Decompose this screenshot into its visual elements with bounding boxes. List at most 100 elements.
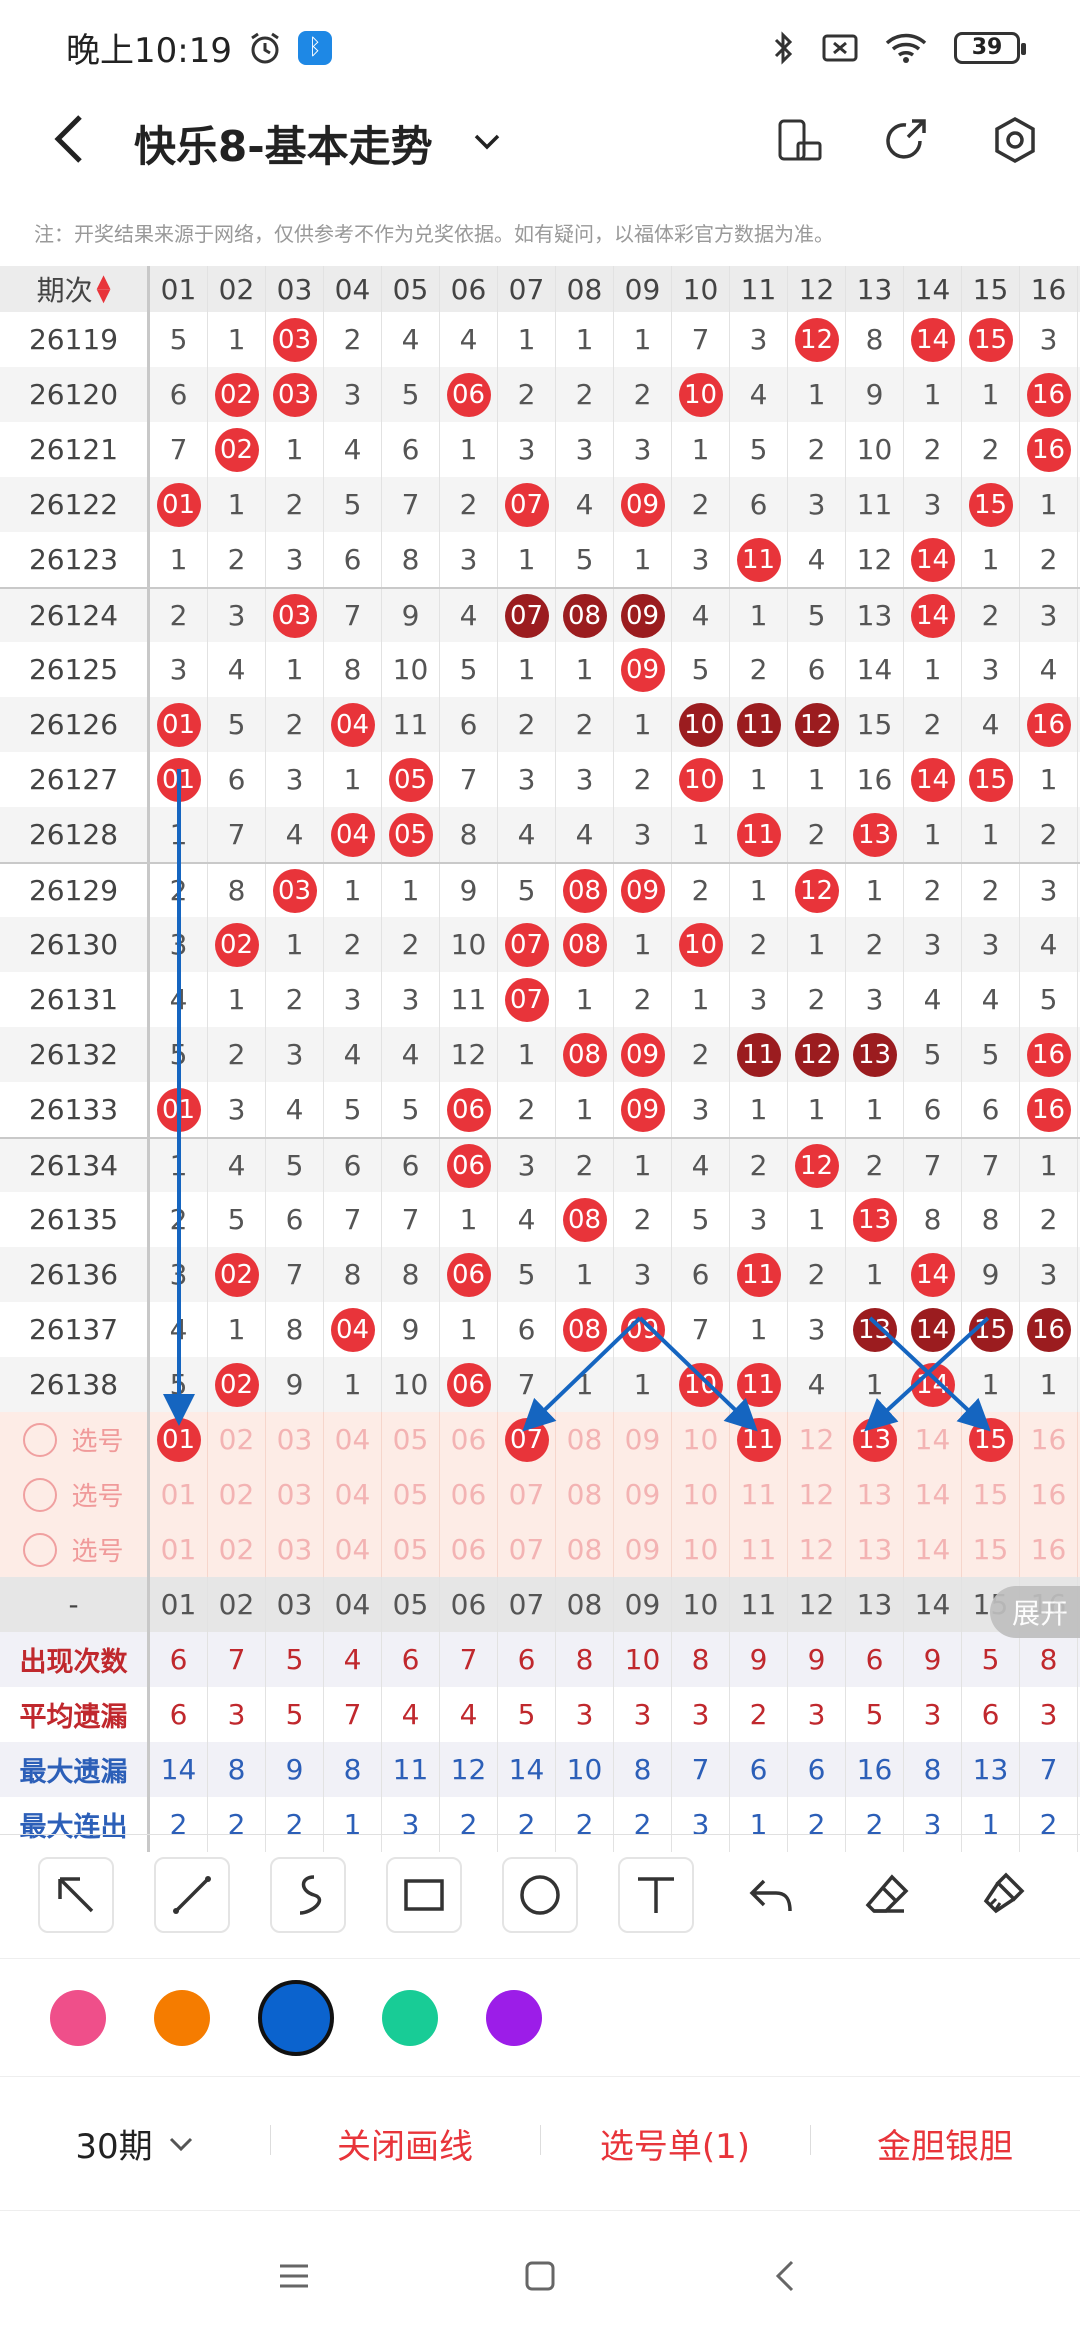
column-header-11[interactable]: 11 bbox=[730, 266, 788, 312]
pick-number-cell[interactable]: 07 bbox=[498, 1522, 556, 1577]
undo-button[interactable] bbox=[734, 1857, 810, 1933]
pick-number-cell[interactable]: 16 bbox=[1020, 1522, 1078, 1577]
share-icon[interactable] bbox=[880, 115, 930, 165]
period-column-header[interactable]: 期次 ▲ ▼ bbox=[0, 266, 150, 312]
home-icon[interactable] bbox=[522, 2258, 558, 2294]
column-header-13[interactable]: 13 bbox=[846, 266, 904, 312]
pick-number-cell[interactable]: 13 bbox=[846, 1467, 904, 1522]
screen-rotate-icon[interactable] bbox=[774, 115, 824, 165]
pick-number-cell[interactable]: 03 bbox=[266, 1522, 324, 1577]
pick-number-cell[interactable]: 16 bbox=[1020, 1412, 1078, 1467]
column-header-16[interactable]: 16 bbox=[1020, 266, 1078, 312]
pick-number-cell[interactable]: 02 bbox=[208, 1522, 266, 1577]
pick-number-cell[interactable]: 05 bbox=[382, 1412, 440, 1467]
radio-circle-icon[interactable] bbox=[23, 1532, 58, 1567]
pick-row-label[interactable]: 选号 bbox=[0, 1522, 150, 1577]
color-swatch[interactable] bbox=[154, 1989, 210, 2046]
selected-ball[interactable]: 07 bbox=[504, 1417, 549, 1462]
pick-number-cell[interactable]: 01 bbox=[150, 1522, 208, 1577]
pick-number-cell[interactable]: 15 bbox=[962, 1467, 1020, 1522]
color-swatch[interactable] bbox=[382, 1989, 438, 2046]
gold-silver-button[interactable]: 金胆银胆 bbox=[810, 2119, 1080, 2168]
pick-number-cell[interactable]: 12 bbox=[788, 1522, 846, 1577]
pick-number-cell[interactable]: 15 bbox=[962, 1522, 1020, 1577]
column-header-02[interactable]: 02 bbox=[208, 266, 266, 312]
back-nav-icon[interactable] bbox=[768, 2258, 804, 2294]
text-tool-button[interactable] bbox=[618, 1856, 694, 1933]
pick-number-cell[interactable]: 13 bbox=[846, 1412, 904, 1467]
column-header-01[interactable]: 01 bbox=[150, 266, 208, 312]
pick-number-cell[interactable]: 03 bbox=[266, 1412, 324, 1467]
column-header-03[interactable]: 03 bbox=[266, 266, 324, 312]
selected-ball[interactable]: 11 bbox=[736, 1417, 781, 1462]
radio-circle-icon[interactable] bbox=[23, 1477, 58, 1512]
pick-number-cell[interactable]: 10 bbox=[672, 1522, 730, 1577]
pick-number-cell[interactable]: 09 bbox=[614, 1522, 672, 1577]
selected-ball[interactable]: 13 bbox=[852, 1417, 897, 1462]
pick-list-button[interactable]: 选号单(1) bbox=[540, 2119, 810, 2168]
pick-number-cell[interactable]: 06 bbox=[440, 1467, 498, 1522]
back-button[interactable] bbox=[42, 109, 102, 169]
selected-ball[interactable]: 15 bbox=[968, 1417, 1013, 1462]
eraser-button[interactable] bbox=[850, 1857, 926, 1933]
color-swatch[interactable] bbox=[486, 1989, 542, 2046]
pick-number-cell[interactable]: 14 bbox=[904, 1467, 962, 1522]
pick-row-label[interactable]: 选号 bbox=[0, 1412, 150, 1467]
pick-number-cell[interactable]: 07 bbox=[498, 1412, 556, 1467]
settings-icon[interactable] bbox=[990, 115, 1040, 165]
pick-number-cell[interactable]: 08 bbox=[556, 1467, 614, 1522]
pick-number-cell[interactable]: 06 bbox=[440, 1412, 498, 1467]
column-header-05[interactable]: 05 bbox=[382, 266, 440, 312]
circle-tool-button[interactable] bbox=[502, 1856, 578, 1933]
column-header-14[interactable]: 14 bbox=[904, 266, 962, 312]
pick-number-cell[interactable]: 08 bbox=[556, 1522, 614, 1577]
expand-button[interactable]: 展开 bbox=[990, 1586, 1080, 1638]
column-header-06[interactable]: 06 bbox=[440, 266, 498, 312]
close-lines-button[interactable]: 关闭画线 bbox=[270, 2119, 540, 2168]
column-header-07[interactable]: 07 bbox=[498, 266, 556, 312]
pick-number-cell[interactable]: 04 bbox=[324, 1412, 382, 1467]
color-swatch[interactable] bbox=[50, 1989, 106, 2046]
pick-number-cell[interactable]: 10 bbox=[672, 1412, 730, 1467]
pick-number-cell[interactable]: 02 bbox=[208, 1467, 266, 1522]
pick-number-cell[interactable]: 01 bbox=[150, 1467, 208, 1522]
column-header-09[interactable]: 09 bbox=[614, 266, 672, 312]
pick-number-cell[interactable]: 16 bbox=[1020, 1467, 1078, 1522]
color-swatch[interactable] bbox=[258, 1979, 334, 2056]
pick-number-cell[interactable]: 12 bbox=[788, 1467, 846, 1522]
page-title[interactable]: 快乐8-基本走势 bbox=[134, 113, 433, 174]
pick-number-cell[interactable]: 04 bbox=[324, 1522, 382, 1577]
pick-number-cell[interactable]: 07 bbox=[498, 1467, 556, 1522]
pick-number-cell[interactable]: 01 bbox=[150, 1412, 208, 1467]
column-header-04[interactable]: 04 bbox=[324, 266, 382, 312]
pick-number-cell[interactable]: 08 bbox=[556, 1412, 614, 1467]
radio-circle-icon[interactable] bbox=[23, 1422, 58, 1457]
pick-number-cell[interactable]: 11 bbox=[730, 1412, 788, 1467]
pick-number-cell[interactable]: 04 bbox=[324, 1467, 382, 1522]
rectangle-tool-button[interactable] bbox=[386, 1856, 462, 1933]
pick-number-cell[interactable]: 10 bbox=[672, 1467, 730, 1522]
selected-ball[interactable]: 01 bbox=[156, 1417, 201, 1462]
pick-number-cell[interactable]: 12 bbox=[788, 1412, 846, 1467]
line-tool-button[interactable] bbox=[154, 1856, 230, 1933]
curve-tool-button[interactable] bbox=[270, 1856, 346, 1933]
pick-number-cell[interactable]: 13 bbox=[846, 1522, 904, 1577]
arrow-tool-button[interactable] bbox=[38, 1856, 114, 1933]
pick-number-cell[interactable]: 05 bbox=[382, 1522, 440, 1577]
menu-icon[interactable] bbox=[276, 2258, 312, 2294]
sort-icon[interactable]: ▲ ▼ bbox=[97, 273, 111, 305]
pick-number-cell[interactable]: 11 bbox=[730, 1467, 788, 1522]
pick-number-cell[interactable]: 14 bbox=[904, 1412, 962, 1467]
period-select[interactable]: 30期 bbox=[0, 2119, 270, 2168]
pick-number-cell[interactable]: 09 bbox=[614, 1467, 672, 1522]
pick-number-cell[interactable]: 15 bbox=[962, 1412, 1020, 1467]
pick-number-cell[interactable]: 02 bbox=[208, 1412, 266, 1467]
pick-number-cell[interactable]: 06 bbox=[440, 1522, 498, 1577]
pick-number-cell[interactable]: 03 bbox=[266, 1467, 324, 1522]
pick-number-cell[interactable]: 09 bbox=[614, 1412, 672, 1467]
clear-brush-button[interactable] bbox=[966, 1857, 1042, 1933]
pick-row-label[interactable]: 选号 bbox=[0, 1467, 150, 1522]
pick-number-cell[interactable]: 05 bbox=[382, 1467, 440, 1522]
pick-number-cell[interactable]: 14 bbox=[904, 1522, 962, 1577]
column-header-08[interactable]: 08 bbox=[556, 266, 614, 312]
